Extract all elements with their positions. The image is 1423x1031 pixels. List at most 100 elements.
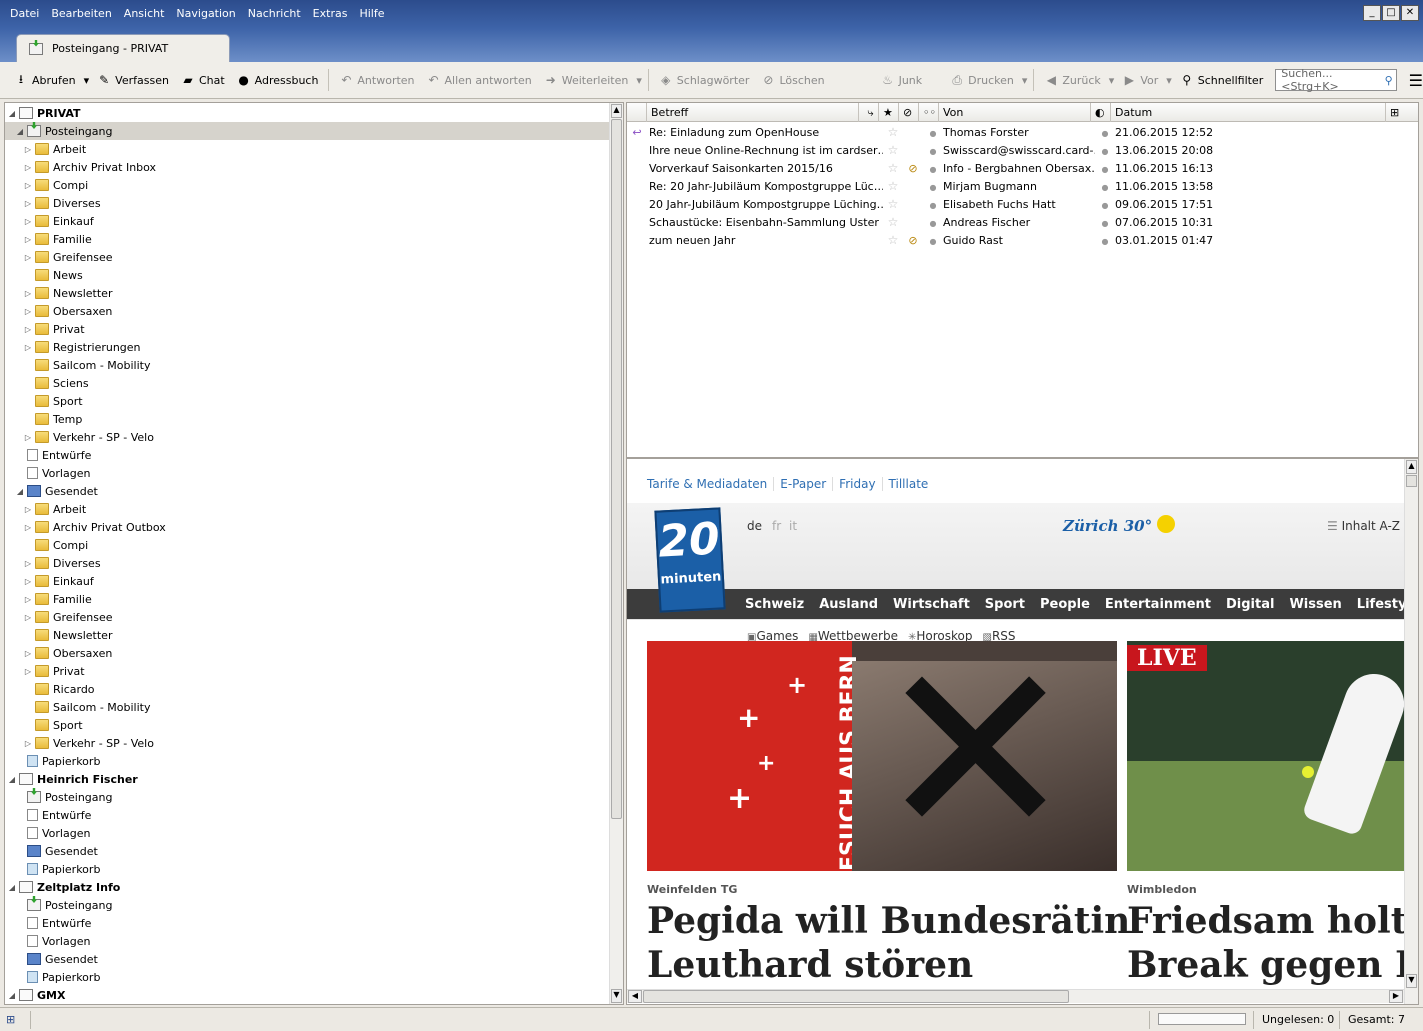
menu-hilfe[interactable]: Hilfe bbox=[353, 5, 390, 25]
folder-row[interactable]: ▷ Greifensee bbox=[5, 608, 609, 626]
folder-row[interactable]: Posteingang bbox=[5, 788, 609, 806]
nav-link[interactable]: Wirtschaft bbox=[893, 597, 970, 612]
folder-row[interactable]: ▷ Arbeit bbox=[5, 140, 609, 158]
junk-button[interactable]: ♨ Junk bbox=[875, 68, 929, 92]
folder-row[interactable]: ▷ Einkauf bbox=[5, 572, 609, 590]
folder-row[interactable]: Entwürfe bbox=[5, 914, 609, 932]
message-row[interactable]: zum neuen Jahr ☆ ⊘ ● Guido Rast ● 03.01.2015 0… bbox=[627, 231, 1418, 249]
collapsed-twisty-icon[interactable]: ▷ bbox=[23, 505, 33, 514]
folder-row[interactable]: Sciens bbox=[5, 374, 609, 392]
folder-row[interactable]: Newsletter bbox=[5, 626, 609, 644]
read-dot-icon[interactable]: ● bbox=[923, 180, 943, 193]
collapsed-twisty-icon[interactable]: ▷ bbox=[23, 433, 33, 442]
collapsed-twisty-icon[interactable]: ▷ bbox=[23, 253, 33, 262]
search-input[interactable]: Suchen... <Strg+K> ⚲ bbox=[1275, 67, 1397, 93]
collapsed-twisty-icon[interactable]: ▷ bbox=[23, 343, 33, 352]
tab-posteingang[interactable]: Posteingang - PRIVAT bbox=[16, 34, 230, 62]
read-dot-icon[interactable]: ● bbox=[923, 126, 943, 139]
collapsed-twisty-icon[interactable]: ▷ bbox=[23, 649, 33, 658]
article1-kicker[interactable]: Weinfelden TG bbox=[647, 883, 737, 896]
allen-antworten-button[interactable]: ↶ Allen antworten bbox=[421, 68, 538, 92]
folder-row[interactable]: ▷ Privat bbox=[5, 320, 609, 338]
star-icon[interactable]: ☆ bbox=[883, 179, 903, 193]
star-icon[interactable]: ☆ bbox=[883, 197, 903, 211]
article2-headline-line2[interactable]: Break gegen Ber bbox=[1127, 943, 1404, 987]
folder-row[interactable]: ▷ Familie bbox=[5, 590, 609, 608]
account-row[interactable]: ◢ Heinrich Fischer bbox=[5, 770, 609, 788]
folder-row[interactable]: Sailcom - Mobility bbox=[5, 698, 609, 716]
collapsed-twisty-icon[interactable]: ▷ bbox=[23, 523, 33, 532]
message-row[interactable]: Schaustücke: Eisenbahn-Sammlung Uster ☆ ● A… bbox=[627, 213, 1418, 231]
antworten-button[interactable]: ↶ Antworten bbox=[333, 68, 420, 92]
read-dot-icon[interactable]: ● bbox=[923, 216, 943, 229]
folder-row[interactable]: Papierkorb bbox=[5, 860, 609, 878]
folder-row[interactable]: Sailcom - Mobility bbox=[5, 356, 609, 374]
collapsed-twisty-icon[interactable]: ▷ bbox=[23, 595, 33, 604]
folder-row[interactable]: ▷ Registrierungen bbox=[5, 338, 609, 356]
von-column-header[interactable]: Von bbox=[939, 103, 1091, 122]
expanded-twisty-icon[interactable]: ◢ bbox=[15, 487, 25, 496]
datum-column-header[interactable]: Datum bbox=[1111, 103, 1386, 122]
folder-row[interactable]: Vorlagen bbox=[5, 464, 609, 482]
read-column-icon[interactable]: ◦◦ bbox=[919, 103, 939, 122]
collapsed-twisty-icon[interactable]: ▷ bbox=[23, 577, 33, 586]
scroll-up-icon[interactable]: ▲ bbox=[1406, 460, 1417, 474]
junk-column-icon[interactable]: ◐ bbox=[1091, 103, 1111, 122]
loeschen-button[interactable]: ⊘ Löschen bbox=[755, 68, 830, 92]
star-icon[interactable]: ☆ bbox=[883, 233, 903, 247]
zurueck-button[interactable]: ◀ Zurück bbox=[1038, 68, 1106, 92]
collapsed-twisty-icon[interactable]: ▷ bbox=[23, 307, 33, 316]
folder-row[interactable]: Papierkorb bbox=[5, 968, 609, 986]
star-icon[interactable]: ☆ bbox=[883, 161, 903, 175]
adressbuch-button[interactable]: ● Adressbuch bbox=[231, 68, 325, 92]
account-row[interactable]: ◢ Zeltplatz Info bbox=[5, 878, 609, 896]
abrufen-button[interactable]: ⭳ Abrufen bbox=[8, 68, 82, 92]
read-dot-icon[interactable]: ● bbox=[923, 234, 943, 247]
account-row[interactable]: ◢ GMX bbox=[5, 986, 609, 1004]
folder-row[interactable]: ▷ Verkehr - SP - Velo bbox=[5, 428, 609, 446]
folder-row[interactable]: ▷ Compi bbox=[5, 176, 609, 194]
minimize-button[interactable]: _ bbox=[1363, 5, 1381, 21]
drucken-dropdown[interactable]: ▾ bbox=[1020, 68, 1030, 92]
nav-link[interactable]: Ausland bbox=[819, 597, 878, 612]
scroll-left-icon[interactable]: ◀ bbox=[628, 990, 642, 1003]
collapsed-twisty-icon[interactable]: ▷ bbox=[23, 217, 33, 226]
read-dot-icon[interactable]: ● bbox=[923, 198, 943, 211]
article2-headline-line1[interactable]: Friedsam holt sic bbox=[1127, 899, 1404, 943]
folder-row[interactable]: Vorlagen bbox=[5, 824, 609, 842]
nav-link[interactable]: Sport bbox=[985, 597, 1025, 612]
weiterleiten-button[interactable]: ➜ Weiterleiten bbox=[538, 68, 635, 92]
column-picker-icon[interactable]: ⊞ bbox=[1386, 103, 1416, 122]
maximize-button[interactable]: □ bbox=[1382, 5, 1400, 21]
topnav-link[interactable]: E-Paper bbox=[774, 477, 834, 491]
folder-row[interactable]: Gesendet bbox=[5, 842, 609, 860]
folder-row[interactable]: ◢ Gesendet bbox=[5, 482, 609, 500]
star-icon[interactable]: ☆ bbox=[883, 215, 903, 229]
folder-row[interactable]: ▷ Obersaxen bbox=[5, 302, 609, 320]
nav-link[interactable]: Entertainment bbox=[1105, 597, 1211, 612]
read-dot-icon[interactable]: ● bbox=[923, 144, 943, 157]
folder-row[interactable]: ▷ Diverses bbox=[5, 194, 609, 212]
folder-row[interactable]: ▷ Archiv Privat Outbox bbox=[5, 518, 609, 536]
expanded-twisty-icon[interactable]: ◢ bbox=[7, 991, 17, 1000]
thread-icon[interactable]: ⤷ bbox=[859, 103, 879, 122]
folder-row[interactable]: ▷ Newsletter bbox=[5, 284, 609, 302]
folder-row[interactable]: ▷ Familie bbox=[5, 230, 609, 248]
app-menu-icon[interactable]: ☰ bbox=[1409, 71, 1423, 90]
nav-link[interactable]: People bbox=[1040, 597, 1090, 612]
menu-datei[interactable]: Datei bbox=[4, 5, 45, 25]
chat-button[interactable]: ▰ Chat bbox=[175, 68, 231, 92]
preview-hscrollbar[interactable]: ◀ ▶ bbox=[627, 989, 1404, 1003]
collapsed-twisty-icon[interactable]: ▷ bbox=[23, 667, 33, 676]
collapsed-twisty-icon[interactable]: ▷ bbox=[23, 613, 33, 622]
expanded-twisty-icon[interactable]: ◢ bbox=[7, 883, 17, 892]
article1-headline-line1[interactable]: Pegida will Bundesrätin bbox=[647, 899, 1130, 943]
menu-nachricht[interactable]: Nachricht bbox=[242, 5, 307, 25]
menu-ansicht[interactable]: Ansicht bbox=[118, 5, 171, 25]
star-column-icon[interactable]: ★ bbox=[879, 103, 899, 122]
collapsed-twisty-icon[interactable]: ▷ bbox=[23, 559, 33, 568]
scroll-up-icon[interactable]: ▲ bbox=[611, 104, 622, 118]
scroll-thumb[interactable] bbox=[1406, 475, 1417, 487]
folder-row[interactable]: ◢ Posteingang bbox=[5, 122, 609, 140]
collapsed-twisty-icon[interactable]: ▷ bbox=[23, 235, 33, 244]
